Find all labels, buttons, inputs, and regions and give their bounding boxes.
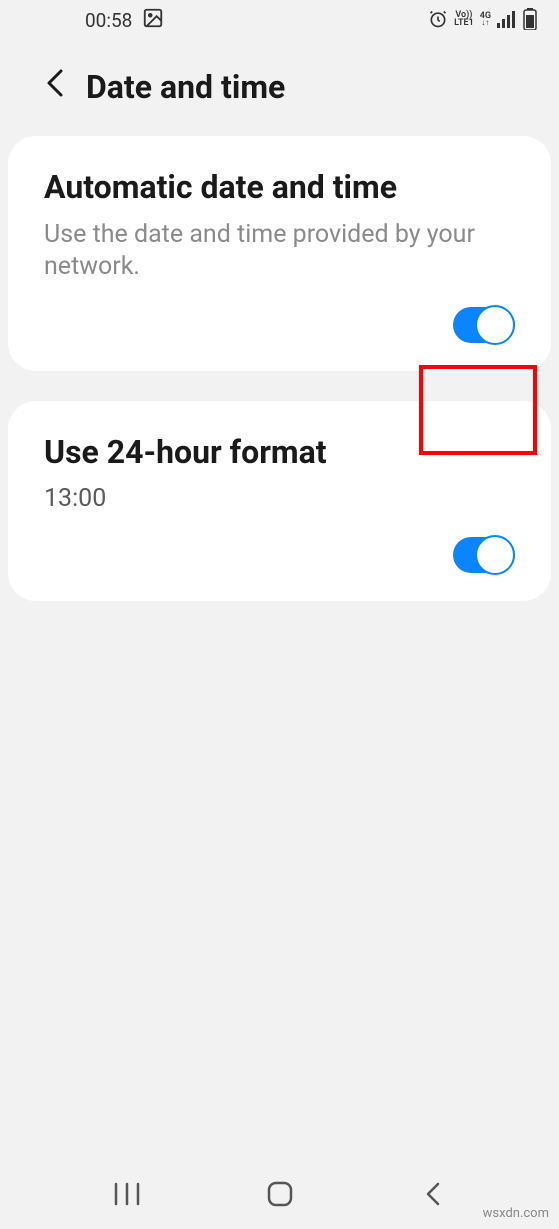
nav-recents-icon[interactable] xyxy=(107,1174,147,1214)
header: Date and time xyxy=(0,40,559,136)
hour24-toggle[interactable] xyxy=(453,537,515,573)
hour24-example: 13:00 xyxy=(44,484,515,513)
auto-date-toggle[interactable] xyxy=(453,307,515,343)
status-right: Vo)) LTE1 4G ↓↑ xyxy=(428,8,537,33)
nav-home-icon[interactable] xyxy=(260,1174,300,1214)
status-bar: 00:58 Vo)) LTE1 4G ↓↑ xyxy=(0,0,559,40)
page-title: Date and time xyxy=(86,68,285,106)
auto-date-title: Automatic date and time xyxy=(44,168,515,207)
volte-icon: Vo)) LTE1 xyxy=(454,12,474,27)
back-icon[interactable] xyxy=(46,68,64,106)
status-time: 00:58 xyxy=(85,9,132,32)
nav-bar xyxy=(0,1159,559,1229)
hour24-toggle-row xyxy=(44,537,515,573)
alarm-icon xyxy=(428,9,448,32)
watermark: wsxdn.com xyxy=(483,1206,549,1221)
hour24-title: Use 24-hour format xyxy=(44,433,515,472)
network-type-icon: 4G ↓↑ xyxy=(480,13,491,27)
status-left: 00:58 xyxy=(85,7,164,34)
battery-icon xyxy=(523,8,537,33)
auto-date-toggle-row xyxy=(44,307,515,343)
card-auto-date-time: Automatic date and time Use the date and… xyxy=(8,136,551,371)
card-24-hour: Use 24-hour format 13:00 xyxy=(8,401,551,601)
gallery-icon xyxy=(142,7,164,34)
signal-icon xyxy=(497,10,517,31)
nav-back-icon[interactable] xyxy=(413,1174,453,1214)
auto-date-desc: Use the date and time provided by your n… xyxy=(44,219,515,283)
